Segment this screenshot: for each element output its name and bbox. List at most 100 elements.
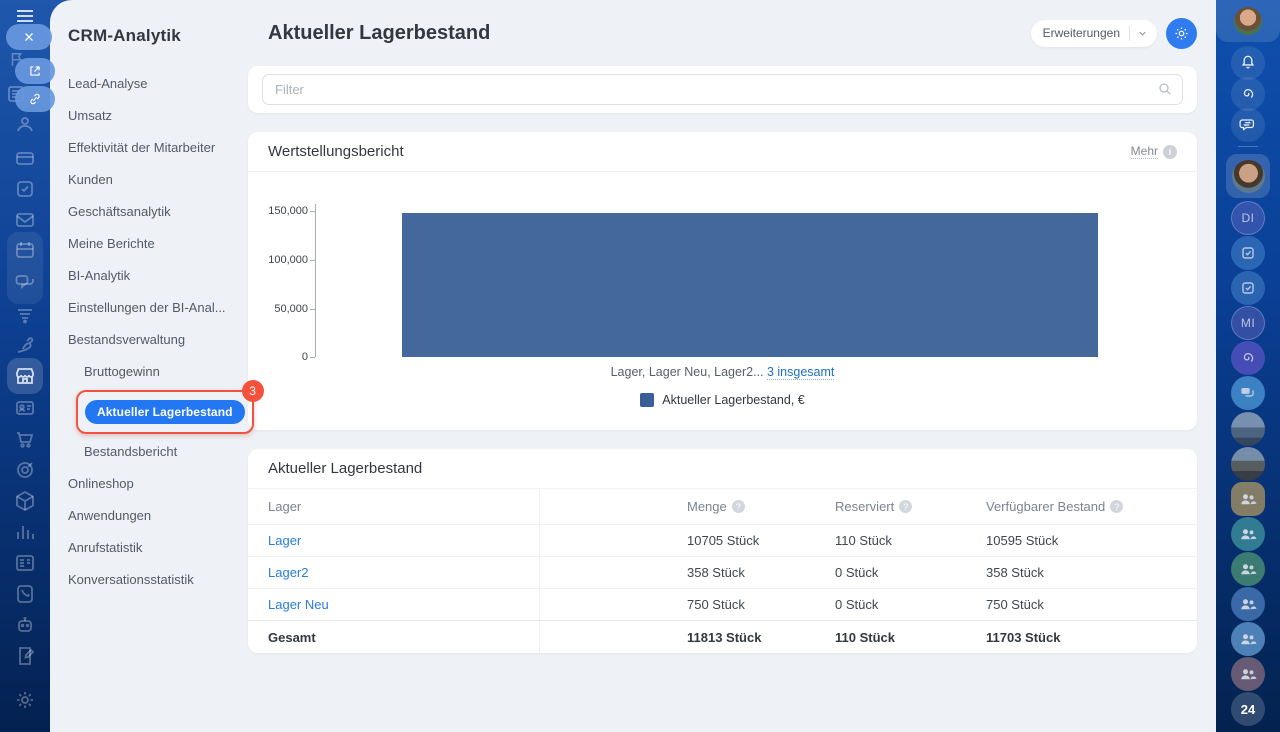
user-avatar[interactable] xyxy=(1234,7,1262,35)
sidebar-item-bestandsbericht[interactable]: Bestandsbericht xyxy=(68,436,248,468)
marketing-icon[interactable] xyxy=(13,458,37,482)
spiral-icon xyxy=(1243,89,1254,99)
external-link-button[interactable] xyxy=(15,58,55,84)
col-verfuegbar: Verfügbarer Bestand xyxy=(986,499,1106,514)
cart-icon[interactable] xyxy=(13,427,37,451)
link-button[interactable] xyxy=(15,86,55,112)
sidebar-item-aktueller-lagerbestand[interactable]: Aktueller Lagerbestand 3 xyxy=(68,380,264,436)
sidebar-item-bruttogewinn[interactable]: Bruttogewinn xyxy=(68,356,248,388)
sign-icon[interactable] xyxy=(13,333,37,357)
sidebar-item-kunden[interactable]: Kunden xyxy=(68,164,248,196)
notifications-button[interactable] xyxy=(1231,46,1265,80)
col-menge: Menge xyxy=(687,499,727,514)
group-avatar[interactable] xyxy=(1231,657,1265,691)
store-icon[interactable] xyxy=(13,364,37,388)
report-card-title: Wertstellungsbericht xyxy=(268,143,404,160)
sidebar-item-bestandsverwaltung[interactable]: Bestandsverwaltung xyxy=(68,324,248,356)
link-icon xyxy=(30,93,40,105)
inventory-value-bar[interactable] xyxy=(402,213,1098,357)
left-app-rail xyxy=(0,0,55,732)
chat-avatar-photo[interactable] xyxy=(1231,412,1265,446)
sidebar-item-meine-berichte[interactable]: Meine Berichte xyxy=(68,228,248,260)
inventory-table-card: Aktueller Lagerbestand Lager Menge? Rese… xyxy=(248,449,1197,653)
task-chat-button[interactable] xyxy=(1231,236,1265,270)
main-content: Aktueller Lagerbestand Erweiterungen Wer… xyxy=(248,0,1216,732)
active-sidebar-pill[interactable]: Aktueller Lagerbestand xyxy=(85,400,245,424)
settings-icon[interactable] xyxy=(13,688,37,712)
robot-icon[interactable] xyxy=(13,613,37,637)
contacts-icon[interactable] xyxy=(13,396,37,420)
catalog-icon[interactable] xyxy=(13,489,37,513)
warehouse-link[interactable]: Lager Neu xyxy=(268,597,329,612)
table-total-row: Gesamt 11813 Stück 110 Stück 11703 Stück xyxy=(248,620,1197,653)
sidebar-item-geschaeftsanalytik[interactable]: Geschäftsanalytik xyxy=(68,196,248,228)
group-avatar[interactable] xyxy=(1231,552,1265,586)
sidebar-item-konversationsstatistik[interactable]: Konversationsstatistik xyxy=(68,564,248,596)
close-button[interactable] xyxy=(6,24,52,50)
crm-button[interactable] xyxy=(1231,77,1265,111)
sidebar-item-anrufstatistik[interactable]: Anrufstatistik xyxy=(68,532,248,564)
y-tick-0: 0 xyxy=(301,351,308,363)
group-avatar[interactable] xyxy=(1231,482,1265,516)
notes-icon[interactable] xyxy=(13,644,37,668)
sidebar-item-bi-analytik[interactable]: BI-Analytik xyxy=(68,260,248,292)
group-avatar[interactable] xyxy=(1231,587,1265,621)
check-square-icon xyxy=(1242,282,1254,294)
settings-gear-button[interactable] xyxy=(1166,17,1197,49)
chevron-down-icon xyxy=(1139,31,1146,36)
more-chats-counter[interactable]: 24 xyxy=(1231,692,1265,726)
main-panel: CRM-Analytik Lead-Analyse Umsatz Effekti… xyxy=(50,0,1216,732)
help-icon[interactable]: ? xyxy=(731,500,745,513)
chat-avatar-di[interactable]: DI xyxy=(1231,201,1265,235)
valuation-report-card: Wertstellungsbericht Mehr i 150,000 100,… xyxy=(248,132,1197,430)
bell-icon xyxy=(1241,55,1255,69)
sidebar-item-anwendungen[interactable]: Anwendungen xyxy=(68,500,248,532)
group-avatar[interactable] xyxy=(1231,517,1265,551)
warehouse-link[interactable]: Lager2 xyxy=(268,565,308,580)
mail-icon[interactable] xyxy=(13,208,37,232)
feed-icon[interactable] xyxy=(13,302,37,326)
group-avatar[interactable] xyxy=(1231,622,1265,656)
calendar-icon[interactable] xyxy=(13,238,37,262)
group-chat-button[interactable] xyxy=(1231,376,1265,410)
messenger-icon[interactable] xyxy=(13,271,37,295)
extensions-button-label: Erweiterungen xyxy=(1042,26,1120,40)
search-icon[interactable] xyxy=(1157,81,1173,97)
open-channels-button[interactable] xyxy=(1231,108,1265,142)
user-avatar xyxy=(1231,159,1265,193)
people-icon xyxy=(1241,529,1257,540)
sidebar-item-onlineshop[interactable]: Onlineshop xyxy=(68,468,248,500)
chat-bubbles-icon xyxy=(1241,388,1254,397)
warehouse-link[interactable]: Lager xyxy=(268,533,301,548)
check-square-icon xyxy=(1242,247,1254,259)
help-icon[interactable]: ? xyxy=(1110,500,1124,513)
help-icon[interactable]: ? xyxy=(899,500,913,513)
more-link[interactable]: Mehr xyxy=(1130,144,1158,159)
rail-divider xyxy=(1238,146,1258,147)
sidebar-item-bi-einstellungen[interactable]: Einstellungen der BI-Anal... xyxy=(68,292,248,324)
schedule-icon[interactable] xyxy=(13,551,37,575)
extensions-button[interactable]: Erweiterungen xyxy=(1030,19,1157,47)
info-icon[interactable]: i xyxy=(1163,144,1177,159)
chat-avatar-mi[interactable]: MI xyxy=(1231,306,1265,340)
tasks-icon[interactable] xyxy=(13,177,37,201)
legend-swatch xyxy=(640,393,655,407)
sidebar-item-umsatz[interactable]: Umsatz xyxy=(68,100,248,132)
telephony-icon[interactable] xyxy=(13,582,37,606)
caption-total-link[interactable]: 3 insgesamt xyxy=(766,365,835,380)
table-row: Lager2 358 Stück 0 Stück 358 Stück xyxy=(248,556,1197,588)
sidebar-item-effektivitaet[interactable]: Effektivität der Mitarbeiter xyxy=(68,132,248,164)
task-chat-button[interactable] xyxy=(1231,271,1265,305)
analytics-icon[interactable] xyxy=(13,520,37,544)
sidebar-item-lead-analyse[interactable]: Lead-Analyse xyxy=(68,68,248,100)
chat-avatar-photo[interactable] xyxy=(1231,447,1265,481)
active-chat-slot[interactable] xyxy=(1226,154,1270,198)
button-divider xyxy=(1129,25,1130,41)
employees-icon[interactable] xyxy=(13,112,37,136)
y-tick-100000: 100,000 xyxy=(268,254,308,266)
filter-input[interactable] xyxy=(262,74,1183,105)
legend-label: Aktueller Lagerbestand, € xyxy=(662,393,805,407)
crm-chat-button[interactable] xyxy=(1231,341,1265,375)
col-lager: Lager xyxy=(248,489,540,524)
wallet-icon[interactable] xyxy=(13,146,37,170)
